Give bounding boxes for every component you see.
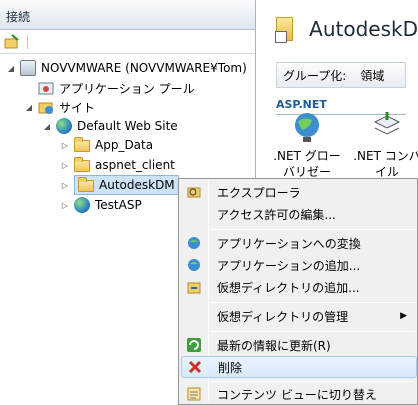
folder-icon — [74, 157, 90, 172]
menu-separator — [210, 229, 415, 230]
collapse-icon[interactable]: ◢ — [24, 103, 34, 112]
expand-icon[interactable]: ▷ — [60, 161, 70, 170]
menu-item-add-app[interactable]: アプリケーションの追加... — [181, 254, 417, 276]
globe-icon — [290, 110, 324, 144]
tree-node-aspnet-client[interactable]: ▷ aspnet_client — [60, 155, 175, 175]
menu-item-manage-vdir[interactable]: 仮想ディレクトリの管理 ▶ — [181, 305, 417, 327]
menu-item-delete[interactable]: 削除 — [181, 356, 417, 378]
feature-label: .NET コンパ — [353, 149, 418, 163]
menu-item-add-vdir[interactable]: 仮想ディレクトリの追加... — [181, 276, 417, 298]
tree-node-server[interactable]: ◢ NOVVMWARE (NOVVMWARE¥Tom) — [6, 58, 247, 78]
tree-node-testasp[interactable]: ▷ TestASP — [60, 195, 142, 215]
expand-icon[interactable]: ▷ — [60, 201, 70, 210]
tree-node-app-data[interactable]: ▷ App_Data — [60, 135, 153, 155]
folder-icon — [74, 137, 90, 152]
selected-node[interactable]: AutodeskDM — [74, 175, 179, 195]
group-by-label: グループ化: — [283, 68, 347, 83]
page-title: AutodeskD — [309, 17, 418, 41]
add-vdir-icon — [181, 279, 207, 295]
submenu-arrow-icon: ▶ — [400, 311, 407, 321]
compilation-icon — [370, 110, 404, 144]
content-view-icon — [181, 386, 207, 402]
tree-node-label: アプリケーション プール — [59, 81, 195, 96]
menu-item-refresh[interactable]: 最新の情報に更新(R) — [181, 334, 417, 356]
tree-node-sites[interactable]: ◢ サイト — [24, 97, 95, 117]
expand-icon[interactable]: ▷ — [60, 141, 70, 150]
expand-icon[interactable]: ▷ — [60, 181, 70, 190]
group-by-value[interactable]: 領域 — [360, 67, 384, 84]
tree-node-label: Default Web Site — [77, 119, 178, 133]
folder-icon — [274, 17, 294, 43]
feature-net-compilation[interactable]: .NET コンパ イル — [352, 110, 418, 180]
collapse-icon[interactable]: ◢ — [42, 122, 52, 131]
globe-icon — [74, 197, 90, 213]
refresh-icon — [181, 337, 207, 353]
toolbar-separator — [27, 34, 28, 49]
menu-item-edit-permissions[interactable]: アクセス許可の編集... — [181, 203, 417, 225]
collapse-icon[interactable]: ◢ — [6, 64, 16, 73]
tree-node-label: TestASP — [95, 198, 142, 212]
convert-app-icon — [181, 235, 207, 251]
tree-node-default-site[interactable]: ◢ Default Web Site — [42, 116, 178, 136]
context-menu: エクスプローラ アクセス許可の編集... アプリケーションへの変換 アプリケーシ… — [178, 178, 418, 405]
app-pool-icon — [38, 80, 54, 96]
menu-item-content-view[interactable]: コンテンツ ビューに切り替え — [181, 383, 417, 405]
content-header: AutodeskD — [258, 0, 418, 58]
group-by-bar[interactable]: グループ化: 領域 — [276, 62, 406, 88]
tree-node-label: AutodeskDM — [99, 178, 175, 192]
tree-node-label: App_Data — [95, 138, 154, 152]
connections-title: 接続 — [0, 0, 255, 30]
connections-toolbar — [0, 30, 255, 54]
menu-separator — [210, 331, 415, 332]
explore-icon — [181, 184, 207, 200]
feature-label: .NET グロー — [273, 149, 341, 163]
menu-item-convert-to-app[interactable]: アプリケーションへの変換 — [181, 232, 417, 254]
menu-separator — [210, 302, 415, 303]
folder-icon — [78, 177, 94, 192]
add-app-icon — [181, 257, 207, 273]
tree-node-label: サイト — [59, 100, 96, 115]
menu-separator — [210, 381, 415, 382]
delete-icon — [182, 359, 208, 375]
tree-node-label: aspnet_client — [95, 158, 175, 172]
sites-icon — [38, 99, 54, 115]
server-icon — [20, 60, 36, 76]
connect-icon[interactable] — [3, 33, 21, 51]
menu-item-explore[interactable]: エクスプローラ — [181, 181, 417, 203]
globe-icon — [56, 118, 72, 134]
tree-node-app-pools[interactable]: アプリケーション プール — [24, 78, 195, 98]
tree-node-label: NOVVMWARE (NOVVMWARE¥Tom) — [41, 61, 247, 75]
tree-node-autodeskdm[interactable]: ▷ AutodeskDM — [60, 175, 179, 195]
